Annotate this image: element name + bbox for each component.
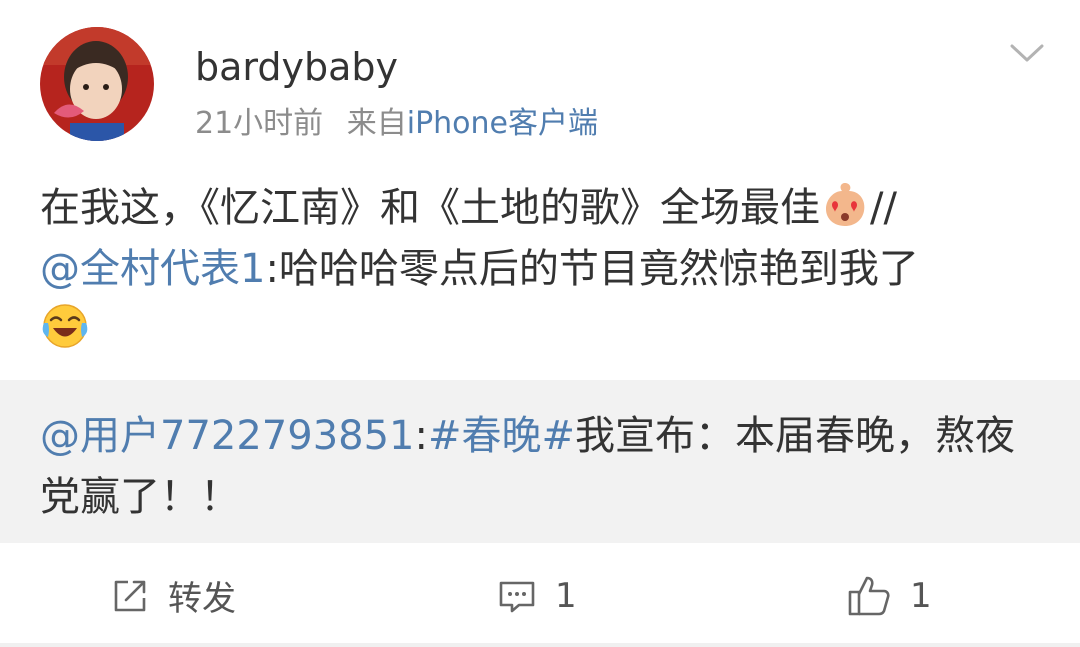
like-icon	[846, 574, 910, 618]
source-prefix: 来自	[346, 106, 407, 141]
comment-button[interactable]: 1	[497, 548, 577, 643]
bottom-divider	[0, 643, 1080, 647]
comment-icon	[497, 576, 555, 616]
repost-button[interactable]: 转发	[110, 548, 236, 643]
laughing-tears-emoji	[40, 301, 90, 351]
heart-eyes-emoji	[820, 179, 870, 229]
source-client[interactable]: iPhone客户端	[407, 106, 598, 141]
comment-count: 1	[555, 575, 577, 616]
repost-icon	[110, 576, 168, 616]
username[interactable]: bardybaby	[195, 42, 398, 92]
repost-body: @用户7722793851:#春晚#我宣布：本届春晚，熬夜 党赢了！！	[40, 406, 1040, 528]
repost-line-2: 党赢了！！	[40, 467, 1040, 528]
repost-block[interactable]: @用户7722793851:#春晚#我宣布：本届春晚，熬夜 党赢了！！	[0, 380, 1080, 543]
post-line-1: 在我这，《忆江南》和《土地的歌》全场最佳 //	[40, 178, 1040, 239]
post-meta: 21小时前 来自iPhone客户端	[195, 104, 598, 144]
repost-mention-link[interactable]: @用户7722793851	[40, 413, 415, 459]
hashtag-link[interactable]: #春晚#	[428, 413, 575, 459]
post-time: 21小时前	[195, 106, 324, 141]
action-bar: 转发 1 1	[0, 548, 1080, 643]
like-button[interactable]: 1	[846, 548, 932, 643]
chevron-down-icon[interactable]	[1008, 38, 1046, 68]
repost-colon: :	[414, 413, 428, 459]
repost-text-2: 党赢了！！	[40, 474, 240, 520]
repost-line-1: @用户7722793851:#春晚#我宣布：本届春晚，熬夜	[40, 406, 1040, 467]
post-line-3	[40, 300, 1040, 361]
post-text-quote: :哈哈哈零点后的节目竟然惊艳到我了	[265, 246, 919, 292]
post-body: 在我这，《忆江南》和《土地的歌》全场最佳 // @全村代表1:哈哈哈零点后的节目…	[40, 178, 1040, 361]
repost-text-1: 我宣布：本届春晚，熬夜	[575, 413, 1016, 459]
repost-label: 转发	[168, 579, 236, 619]
post-text-main: 在我这，《忆江南》和《土地的歌》全场最佳	[40, 185, 820, 231]
avatar[interactable]	[40, 27, 154, 141]
like-count: 1	[910, 575, 932, 616]
mention-link[interactable]: @全村代表1	[40, 246, 265, 292]
post-line-2: @全村代表1:哈哈哈零点后的节目竟然惊艳到我了	[40, 239, 1040, 300]
post-separator: //	[870, 185, 897, 231]
